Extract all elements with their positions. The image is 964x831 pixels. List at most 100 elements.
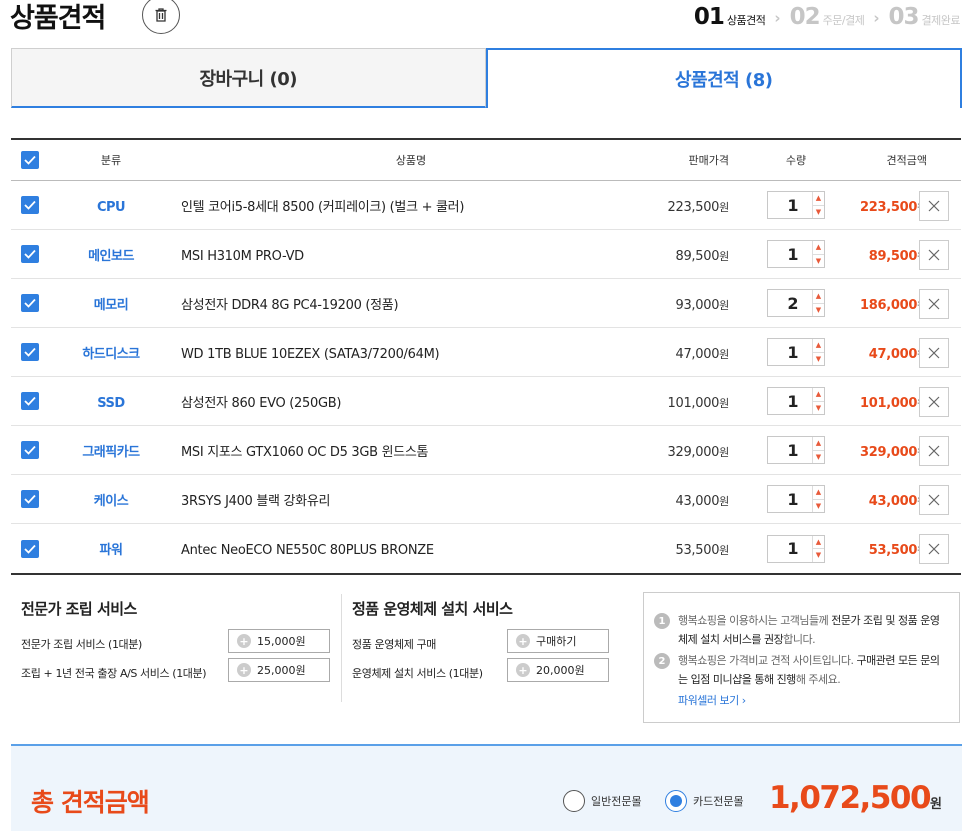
quantity-value[interactable]: 2 — [768, 290, 812, 316]
delete-row-button[interactable] — [919, 289, 949, 319]
row-checkbox[interactable] — [21, 490, 39, 508]
delete-row-button[interactable] — [919, 191, 949, 221]
qty-up-icon[interactable]: ▲ — [813, 192, 824, 206]
row-category[interactable]: 파워 — [100, 543, 123, 558]
qty-down-icon[interactable]: ▼ — [813, 353, 824, 366]
quantity-stepper[interactable]: 1 ▲ ▼ — [767, 338, 825, 366]
radio-circle-selected[interactable] — [665, 790, 687, 812]
row-product-name[interactable]: MSI H310M PRO-VD — [181, 249, 304, 264]
row-product-name[interactable]: WD 1TB BLUE 10EZEX (SATA3/7200/64M) — [181, 347, 440, 362]
qty-up-icon[interactable]: ▲ — [813, 437, 824, 451]
row-total: 101,000원 — [860, 395, 927, 411]
estimate-table: 분류 상품명 판매가격 수량 견적금액 CPU 인텔 코어i5-8세대 8500… — [11, 138, 961, 575]
qty-up-icon[interactable]: ▲ — [813, 339, 824, 353]
chevron-right-icon: › — [774, 9, 781, 27]
row-product-name[interactable]: 3RSYS J400 블랙 강화유리 — [181, 494, 330, 509]
delete-row-button[interactable] — [919, 485, 949, 515]
row-price: 223,500원 — [667, 199, 730, 215]
delete-row-button[interactable] — [919, 534, 949, 564]
step-1-number: 01 — [693, 4, 725, 30]
quantity-value[interactable]: 1 — [768, 241, 812, 267]
quantity-stepper[interactable]: 1 ▲ ▼ — [767, 191, 825, 219]
quantity-value[interactable]: 1 — [768, 486, 812, 512]
qty-up-icon[interactable]: ▲ — [813, 290, 824, 304]
qty-down-icon[interactable]: ▼ — [813, 451, 824, 464]
plus-icon: + — [237, 663, 251, 677]
table-row: 파워 Antec NeoECO NE550C 80PLUS BRONZE 53,… — [11, 524, 961, 573]
quantity-stepper[interactable]: 1 ▲ ▼ — [767, 485, 825, 513]
row-checkbox[interactable] — [21, 343, 39, 361]
delete-row-button[interactable] — [919, 240, 949, 270]
quantity-value[interactable]: 1 — [768, 536, 812, 562]
row-product-name[interactable]: 삼성전자 DDR4 8G PC4-19200 (정품) — [181, 298, 399, 313]
quantity-stepper[interactable]: 1 ▲ ▼ — [767, 240, 825, 268]
qty-down-icon[interactable]: ▼ — [813, 549, 824, 562]
quantity-value[interactable]: 1 — [768, 192, 812, 218]
row-category[interactable]: SSD — [97, 396, 125, 411]
row-total: 329,000원 — [860, 444, 927, 460]
row-product-name[interactable]: 인텔 코어i5-8세대 8500 (커피레이크) (벌크 + 쿨러) — [181, 200, 464, 215]
qty-down-icon[interactable]: ▼ — [813, 500, 824, 513]
row-total: 223,500원 — [860, 199, 927, 215]
row-total: 186,000원 — [860, 297, 927, 313]
qty-up-icon[interactable]: ▲ — [813, 536, 824, 549]
assembly-add-button[interactable]: +15,000원 — [228, 629, 330, 653]
header-total: 견적금액 — [886, 154, 927, 167]
qty-down-icon[interactable]: ▼ — [813, 402, 824, 415]
close-icon — [928, 543, 940, 555]
os-install-add-button[interactable]: +20,000원 — [507, 658, 609, 682]
quantity-value[interactable]: 1 — [768, 388, 812, 414]
radio-circle[interactable] — [563, 790, 585, 812]
close-icon — [928, 249, 940, 261]
qty-up-icon[interactable]: ▲ — [813, 241, 824, 255]
assembly-as-add-button[interactable]: +25,000원 — [228, 658, 330, 682]
qty-up-icon[interactable]: ▲ — [813, 486, 824, 500]
tab-estimate[interactable]: 상품견적 (8) — [485, 48, 962, 108]
quantity-stepper[interactable]: 1 ▲ ▼ — [767, 436, 825, 464]
tab-cart[interactable]: 장바구니 (0) — [11, 48, 486, 108]
total-title: 총 견적금액 — [31, 788, 150, 817]
quantity-stepper[interactable]: 2 ▲ ▼ — [767, 289, 825, 317]
row-category[interactable]: 메모리 — [94, 298, 129, 313]
delete-row-button[interactable] — [919, 338, 949, 368]
row-checkbox[interactable] — [21, 539, 39, 558]
trash-icon[interactable] — [142, 0, 180, 34]
row-product-name[interactable]: Antec NeoECO NE550C 80PLUS BRONZE — [181, 543, 434, 558]
radio-card-mall[interactable]: 카드전문몰 — [665, 790, 744, 812]
quantity-value[interactable]: 1 — [768, 339, 812, 365]
select-all-checkbox[interactable] — [21, 151, 39, 169]
row-category[interactable]: 하드디스크 — [82, 347, 140, 362]
row-category[interactable]: CPU — [97, 200, 126, 215]
row-category[interactable]: 메인보드 — [88, 249, 134, 264]
row-product-name[interactable]: MSI 지포스 GTX1060 OC D5 3GB 윈드스톰 — [181, 445, 429, 460]
os-option-label: 정품 운영체제 구매 — [352, 637, 436, 651]
qty-down-icon[interactable]: ▼ — [813, 304, 824, 317]
row-price: 89,500원 — [675, 248, 729, 264]
notice-number: 1 — [654, 613, 670, 629]
powerseller-link[interactable]: 파워셀러 보기 › — [678, 691, 949, 710]
row-checkbox[interactable] — [21, 441, 39, 459]
row-price: 47,000원 — [675, 346, 729, 362]
row-checkbox[interactable] — [21, 294, 39, 312]
row-checkbox[interactable] — [21, 196, 39, 214]
delete-row-button[interactable] — [919, 387, 949, 417]
qty-up-icon[interactable]: ▲ — [813, 388, 824, 402]
quantity-value[interactable]: 1 — [768, 437, 812, 463]
row-product-name[interactable]: 삼성전자 860 EVO (250GB) — [181, 396, 341, 411]
row-category[interactable]: 케이스 — [94, 494, 129, 509]
quantity-stepper[interactable]: 1 ▲ ▼ — [767, 387, 825, 415]
radio-general-mall[interactable]: 일반전문몰 — [563, 790, 642, 812]
quantity-stepper[interactable]: 1 ▲ ▼ — [767, 534, 825, 563]
row-category[interactable]: 그래픽카드 — [82, 445, 140, 460]
header-name: 상품명 — [395, 154, 427, 167]
delete-row-button[interactable] — [919, 436, 949, 466]
chevron-right-icon: › — [873, 9, 880, 27]
row-checkbox[interactable] — [21, 245, 39, 263]
close-icon — [928, 494, 940, 506]
step-3-label: 결제완료 — [921, 14, 961, 27]
header-category: 분류 — [100, 154, 122, 167]
qty-down-icon[interactable]: ▼ — [813, 255, 824, 268]
row-checkbox[interactable] — [21, 392, 39, 410]
os-buy-button[interactable]: + 구매하기 — [507, 629, 609, 653]
qty-down-icon[interactable]: ▼ — [813, 206, 824, 219]
